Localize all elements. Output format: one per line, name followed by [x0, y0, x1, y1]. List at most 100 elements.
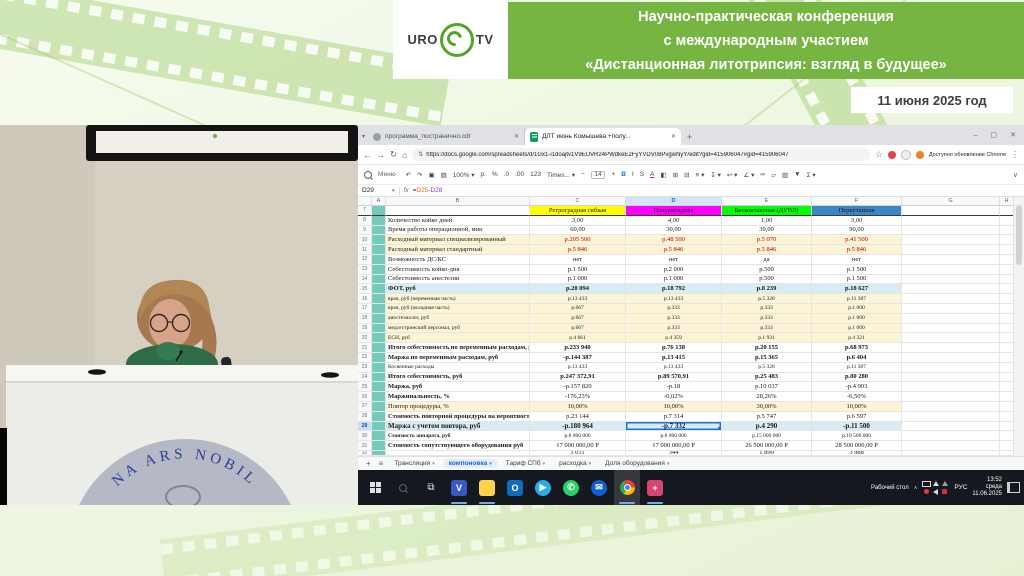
data-cell[interactable]: р.7 314 [626, 412, 722, 422]
data-cell[interactable]: р.333 [722, 304, 812, 314]
data-cell[interactable]: р.11 307 [812, 363, 902, 373]
volume-icon[interactable] [933, 481, 939, 486]
data-cell[interactable]: р.333 [626, 304, 722, 314]
data-cell[interactable]: -р.7 332 [626, 422, 722, 432]
row-header[interactable]: 11 [358, 245, 372, 255]
data-cell[interactable]: р.8 239 [722, 284, 812, 294]
column-a-cell[interactable] [372, 422, 386, 432]
data-cell[interactable]: р.5 846 [722, 245, 812, 255]
data-cell[interactable]: р.18 627 [812, 284, 902, 294]
column-a-cell[interactable] [372, 235, 386, 245]
back-icon[interactable]: ← [363, 150, 372, 160]
data-cell[interactable]: р.25 483 [722, 373, 812, 383]
row-header[interactable]: 9 [358, 226, 372, 236]
redo-icon[interactable]: ↷ [417, 171, 422, 179]
row-header[interactable]: 7 [358, 206, 372, 216]
empty-cell[interactable] [1000, 353, 1014, 363]
row-label[interactable]: Повтор процедуры, % [386, 402, 530, 412]
telegram-app[interactable]: ▶ [530, 470, 556, 505]
zoom-select[interactable]: 100% ▾ [453, 171, 475, 179]
empty-cell[interactable] [1000, 441, 1014, 451]
data-cell[interactable]: р.333 [626, 324, 722, 334]
data-cell[interactable]: р.8 000 000 [530, 431, 626, 441]
empty-cell[interactable] [902, 412, 1000, 422]
empty-cell[interactable] [1000, 226, 1014, 236]
row-header[interactable]: 21 [358, 343, 372, 353]
language-indicator[interactable]: РУС [954, 484, 967, 491]
data-cell[interactable]: р.1 000 [812, 314, 902, 324]
column-header-E[interactable]: E [722, 197, 812, 206]
row-label[interactable]: Расходный материал специализированный [386, 235, 530, 245]
row-label[interactable]: Итого себестоимость по переменным расход… [386, 343, 530, 353]
bold-icon[interactable]: B [621, 171, 626, 178]
data-cell[interactable]: 60,00 [530, 226, 626, 236]
data-cell[interactable]: р.1 500 [530, 265, 626, 275]
empty-cell[interactable] [902, 441, 1000, 451]
row-label[interactable]: Стоимость сопутствующего оборудования ру… [386, 441, 530, 451]
column-a-cell[interactable] [372, 382, 386, 392]
font-select[interactable]: Times... ▾ [547, 171, 575, 179]
sheet-tab[interactable]: расходка▾ [554, 459, 596, 468]
empty-cell[interactable] [902, 422, 1000, 432]
empty-cell[interactable] [902, 373, 1000, 383]
empty-cell[interactable] [902, 226, 1000, 236]
data-cell[interactable]: р.23 144 [530, 412, 626, 422]
data-cell[interactable]: 10,00% [530, 402, 626, 412]
empty-cell[interactable] [902, 431, 1000, 441]
data-cell[interactable]: р.10 500 000 [812, 431, 902, 441]
data-cell[interactable]: р.667 [530, 314, 626, 324]
data-cell[interactable]: нет [812, 255, 902, 265]
empty-cell[interactable] [902, 275, 1000, 285]
empty-cell[interactable] [902, 314, 1000, 324]
data-cell[interactable]: р.5 070 [722, 235, 812, 245]
hidden-icons-chevron[interactable]: ∧ [914, 485, 918, 491]
empty-cell[interactable] [1000, 431, 1014, 441]
row-header[interactable]: 26 [358, 392, 372, 402]
procedure-column-header[interactable]: Полуригидная [626, 206, 722, 216]
column-a-cell[interactable] [372, 284, 386, 294]
action-center-icon[interactable] [1007, 482, 1020, 493]
procedure-column-header[interactable]: Ретроградная гибкая [530, 206, 626, 216]
data-cell[interactable]: р.5 846 [530, 245, 626, 255]
browser-tab[interactable]: ДЛТ июнь Комышева +полу...✕ [525, 128, 681, 145]
chart-icon[interactable]: ▥ [782, 171, 788, 179]
column-a-cell[interactable] [372, 343, 386, 353]
data-cell[interactable]: р.333 [722, 314, 812, 324]
row-header[interactable]: 24 [358, 373, 372, 383]
row-label[interactable]: Количество койко дней [386, 216, 530, 226]
collapse-toolbar-icon[interactable]: ∨ [1013, 171, 1018, 179]
site-settings-icon[interactable]: ⇅ [418, 151, 423, 158]
row-label[interactable]: Стоимость повторной процедуры на вероятн… [386, 412, 530, 422]
data-cell[interactable]: 17 000 000,00 Р [626, 441, 722, 451]
data-cell[interactable]: р.5 846 [812, 245, 902, 255]
row-header[interactable]: 20 [358, 333, 372, 343]
comment-icon[interactable]: ▱ [771, 171, 776, 179]
empty-cell[interactable] [1000, 294, 1014, 304]
empty-cell[interactable] [902, 324, 1000, 334]
tab-search-icon[interactable]: ▾ [358, 133, 368, 145]
empty-cell[interactable] [902, 265, 1000, 275]
column-header-G[interactable]: G [902, 197, 1000, 206]
data-cell[interactable]: р.205 500 [530, 235, 626, 245]
data-cell[interactable]: р.4 661 [530, 333, 626, 343]
chrome-app[interactable] [614, 470, 640, 505]
remote-app[interactable]: + [642, 470, 668, 505]
column-header-A[interactable]: A [372, 197, 386, 206]
data-cell[interactable]: -р.4 903 [812, 382, 902, 392]
column-a-cell[interactable] [372, 431, 386, 441]
empty-cell[interactable] [902, 392, 1000, 402]
column-a-cell[interactable] [372, 392, 386, 402]
start-button[interactable] [362, 470, 388, 505]
row-label[interactable]: Себестоимость анестезии [386, 275, 530, 285]
data-cell[interactable]: р.4 359 [626, 333, 722, 343]
data-cell[interactable]: р.1 000 [812, 324, 902, 334]
menus-search-label[interactable]: Меню [378, 171, 396, 178]
empty-cell[interactable] [902, 402, 1000, 412]
data-cell[interactable]: р.333 [722, 324, 812, 334]
empty-cell[interactable] [1000, 216, 1014, 226]
data-cell[interactable]: р.20 094 [530, 284, 626, 294]
column-header-F[interactable]: F [812, 197, 902, 206]
grid-corner[interactable] [358, 197, 372, 206]
data-cell[interactable]: р.89 570,91 [626, 373, 722, 383]
vertical-scrollbar[interactable] [1013, 197, 1024, 456]
